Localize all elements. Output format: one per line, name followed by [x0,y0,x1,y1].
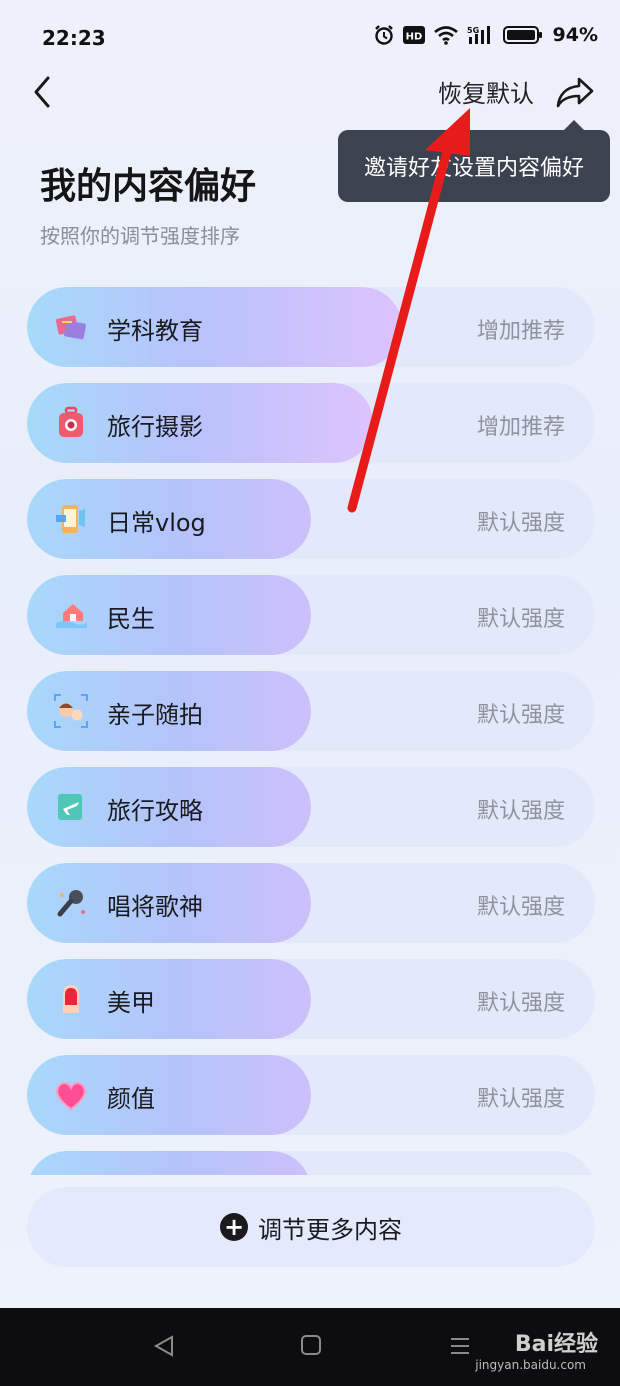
plus-circle-icon: + [220,1213,248,1241]
network-text: 5G [467,26,479,35]
clapper-phone-icon [56,505,85,533]
preference-row[interactable]: 旅行攻略 默认强度 [27,767,595,847]
square-home-icon[interactable] [300,1334,322,1356]
wifi-icon [433,25,459,45]
preference-status: 默认强度 [476,607,565,632]
page-title: 我的内容偏好 [40,166,257,207]
preference-row[interactable]: 学科教育 增加推荐 [27,287,595,367]
preference-status: 默认强度 [476,511,565,536]
hd-icon: HD [402,26,425,44]
signal-5g-icon: 5G [467,25,495,45]
preference-label: 学科教育 [107,317,203,345]
preference-row[interactable]: 颜值 默认强度 [27,1055,595,1135]
preference-level-bar[interactable] [27,1151,311,1175]
chevron-left-icon [34,76,50,108]
preference-label: 美甲 [107,989,155,1017]
preference-row[interactable]: 民生 默认强度 [27,575,595,655]
battery-icon [502,25,543,45]
plane-guide-icon [58,794,82,820]
preference-label: 旅行攻略 [107,797,203,825]
preference-label: 旅行摄影 [107,413,203,441]
system-nav-bar: Bai经验 jingyan.baidu.com [0,1308,620,1386]
adjust-more-button[interactable]: + 调节更多内容 [27,1187,595,1267]
parent-child-icon [54,694,88,728]
hd-text: HD [405,32,422,43]
preference-status: 增加推荐 [476,415,565,440]
preference-status: 默认强度 [476,1087,565,1112]
preference-row[interactable]: 日常vlog 默认强度 [27,479,595,559]
microphone-icon [57,890,85,917]
restore-default-button[interactable]: 恢复默认 [438,74,534,109]
preference-label: 民生 [107,605,155,633]
alarm-icon [373,24,395,46]
preference-row[interactable]: 唱将歌神 默认强度 [27,863,595,943]
heart-icon [56,1082,86,1111]
preference-status: 默认强度 [476,991,565,1016]
back-button[interactable] [22,70,62,114]
status-icons: HD 5G 94% [373,24,598,46]
preference-row[interactable]: 旅行摄影 增加推荐 [27,383,595,463]
preference-row[interactable]: 亲子随拍 默认强度 [27,671,595,751]
tooltip-text: 邀请好友设置内容偏好 [363,156,584,181]
nail-polish-icon [63,985,79,1013]
preference-label: 唱将歌神 [107,893,203,921]
preference-label: 亲子随拍 [107,701,203,729]
adjust-more-label: 调节更多内容 [258,1215,402,1244]
menu-lines-icon[interactable] [448,1334,472,1358]
preference-row[interactable] [27,1151,595,1175]
watermark-brand: Bai经验 [514,1332,598,1357]
preference-status: 增加推荐 [476,319,565,344]
preference-list: 学科教育 增加推荐 旅行摄影 增加推荐 日常vlog 默认强度 民生 默认强度 … [27,287,595,1175]
status-bar: 22:23 HD 5G 94% [0,0,620,76]
education-books-icon [55,315,86,340]
preference-status: 默认强度 [476,703,565,728]
invite-tooltip[interactable]: 邀请好友设置内容偏好 [338,120,610,202]
preference-label: 颜值 [107,1085,155,1113]
preference-status: 默认强度 [476,895,565,920]
battery-percent: 94% [552,24,598,46]
preference-row[interactable]: 美甲 默认强度 [27,959,595,1039]
share-button[interactable] [554,72,596,112]
preference-label: 日常vlog [107,509,206,537]
camera-luggage-icon [59,406,83,437]
page-subtitle: 按照你的调节强度排序 [40,224,240,248]
preference-status: 默认强度 [476,799,565,824]
share-arrow-icon [556,77,594,108]
watermark-url: jingyan.baidu.com [475,1358,586,1372]
triangle-back-icon[interactable] [152,1334,176,1358]
status-time: 22:23 [42,26,106,50]
house-hand-icon [56,604,87,628]
